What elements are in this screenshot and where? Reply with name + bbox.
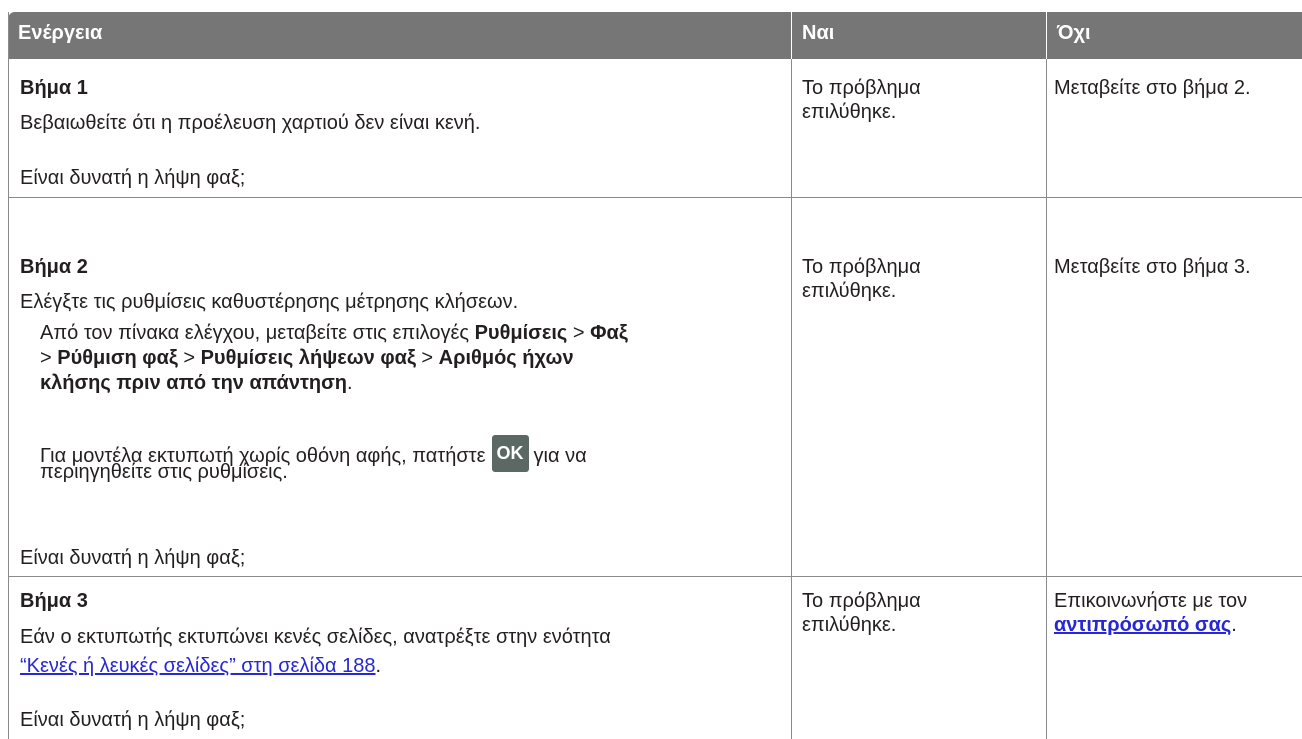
step-question: Είναι δυνατή η λήψη φαξ; [20,167,246,189]
yes-text: επιλύθηκε. [802,101,897,123]
period: . [1231,614,1237,636]
separator: > [40,347,58,369]
no-text: Μεταβείτε στο βήμα 2. [1054,77,1251,99]
menu-fax-setup: Ρύθμιση φαξ [57,347,178,369]
header-yes: Ναι [792,12,1046,59]
header-yes-label: Ναι [802,22,835,44]
yes-text: Το πρόβλημα [802,256,921,278]
column-divider [8,12,9,739]
no-text: Μεταβείτε στο βήμα 3. [1054,256,1251,278]
separator: > [415,347,439,369]
row-divider [8,197,1302,198]
step-question: Είναι δυνατή η λήψη φαξ; [20,547,246,569]
contact-dealer-link[interactable]: αντιπρόσωπό σας [1054,614,1231,636]
step-title: Βήμα 3 [20,590,88,612]
troubleshooting-table: Ενέργεια Ναι Όχι Βήμα 1 Βεβαιωθείτε ότι … [8,12,1302,739]
menu-rings-to-answer: Αριθμός ήχων [438,347,574,369]
period: . [375,655,382,677]
menu-rings-to-answer-cont: κλήσης πριν από την απάντηση [40,372,347,394]
blank-pages-link[interactable]: “Κενές ή λευκές σελίδες” στη σελίδα 188 [20,655,376,677]
yes-text: επιλύθηκε. [802,280,897,302]
step-question: Είναι δυνατή η λήψη φαξ; [20,709,246,731]
step-text: Βεβαιωθείτε ότι η προέλευση χαρτιού δεν … [20,112,481,134]
tip-text: για να [533,445,587,467]
nav-path-line: > Ρύθμιση φαξ > Ρυθμίσεις λήψεων φαξ > Α… [40,346,574,370]
no-text: Επικοινωνήστε με τον [1054,590,1248,612]
header-no: Όχι [1047,12,1302,59]
step-text: Εάν ο εκτυπωτής εκτυπώνει κενές σελίδες,… [20,626,611,648]
period: . [346,372,353,394]
step-title: Βήμα 2 [20,256,88,278]
yes-text: Το πρόβλημα [802,590,921,612]
nav-path-line: Από τον πίνακα ελέγχου, μεταβείτε στις ε… [40,321,628,345]
column-divider [1046,59,1047,739]
no-link-line: αντιπρόσωπό σας. [1054,613,1237,637]
step-title: Βήμα 1 [20,77,88,99]
nav-intro: Από τον πίνακα ελέγχου, μεταβείτε στις ε… [40,322,475,344]
header-action: Ενέργεια [8,12,791,59]
column-divider [791,59,792,739]
menu-fax-receive-settings: Ρυθμίσεις λήψεων φαξ [200,347,416,369]
yes-text: Το πρόβλημα [802,77,921,99]
menu-settings: Ρυθμίσεις [474,322,568,344]
row-divider [8,576,1302,577]
separator: > [567,322,591,344]
tip-text: περιηγηθείτε στις ρυθμίσεις. [40,461,288,483]
header-action-label: Ενέργεια [18,22,103,44]
nav-path-line: κλήσης πριν από την απάντηση. [40,371,353,395]
separator: > [177,347,201,369]
step-text: Ελέγξτε τις ρυθμίσεις καθυστέρησης μέτρη… [20,291,519,313]
ok-button-icon: OK [491,435,529,472]
link-line: “Κενές ή λευκές σελίδες” στη σελίδα 188. [20,654,381,678]
yes-text: επιλύθηκε. [802,614,897,636]
menu-fax: Φαξ [590,322,628,344]
header-no-label: Όχι [1057,22,1091,44]
